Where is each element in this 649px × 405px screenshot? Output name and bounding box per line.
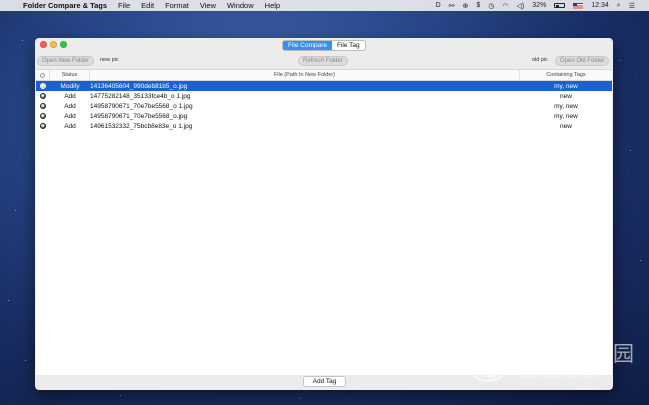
menu-file[interactable]: File xyxy=(118,1,130,10)
menu-window[interactable]: Window xyxy=(227,1,254,10)
battery-icon[interactable] xyxy=(554,3,566,8)
title-bar[interactable]: File Compare File Tag xyxy=(35,38,613,52)
status-dot-icon xyxy=(40,83,46,89)
watermark: 当下软件园 www.downxia.com xyxy=(463,336,634,386)
row-file: 14136405604_990deb81b5_o.jpg xyxy=(90,82,188,90)
status-dot-icon xyxy=(40,103,46,109)
menu-help[interactable]: Help xyxy=(265,1,280,10)
table-row[interactable]: Add 14775282148_35133fce4b_o 1.jpg new xyxy=(36,91,612,101)
row-status: Modify xyxy=(60,82,80,90)
close-button[interactable] xyxy=(40,41,47,48)
open-new-folder-button[interactable]: Open New Folder xyxy=(37,56,95,66)
table-row[interactable]: Add 14958790671_70e7be5568_o 1.jpg my, n… xyxy=(36,101,612,111)
watermark-url: www.downxia.com xyxy=(519,370,602,381)
menu-format[interactable]: Format xyxy=(165,1,189,10)
table-row[interactable]: Add 14961532332_75bcb8e83e_o 1.jpg new xyxy=(36,121,612,131)
row-status: Add xyxy=(64,122,76,130)
tab-file-compare[interactable]: File Compare xyxy=(283,41,333,50)
row-tags: my, new xyxy=(554,82,578,90)
row-file: 14961532332_75bcb8e83e_o 1.jpg xyxy=(90,122,193,130)
toolbar: Open New Folder new pic Refresh Folder o… xyxy=(35,52,613,66)
status-lock-icon[interactable]: ⊕ xyxy=(463,2,469,10)
menu-list-icon[interactable]: ☰ xyxy=(629,2,635,10)
table-row[interactable]: Modify 14136405604_990deb81b5_o.jpg my, … xyxy=(36,81,612,91)
new-folder-name: new pic xyxy=(100,57,119,63)
battery-percent[interactable]: 32% xyxy=(532,2,546,9)
row-tags: new xyxy=(560,92,572,100)
open-old-folder-button[interactable]: Open Old Folder xyxy=(555,56,610,66)
input-source-flag-icon[interactable] xyxy=(573,2,584,9)
watermark-logo-icon xyxy=(465,336,511,382)
menu-edit[interactable]: Edit xyxy=(141,1,154,10)
header-status[interactable]: Status xyxy=(50,70,90,80)
refresh-folder-button[interactable]: Refresh Folder xyxy=(298,56,348,66)
watermark-text: 当下软件园 xyxy=(517,342,637,366)
clock[interactable]: 12:34 xyxy=(591,2,609,9)
mode-segmented-control: File Compare File Tag xyxy=(282,40,366,51)
row-file: 14775282148_35133fce4b_o 1.jpg xyxy=(90,92,191,100)
table-header: Status File (Path In New Folder) Contain… xyxy=(36,70,612,81)
status-dot-icon xyxy=(40,123,46,129)
minimize-button[interactable] xyxy=(50,41,57,48)
add-tag-button[interactable]: Add Tag xyxy=(303,376,346,387)
header-icon-column[interactable] xyxy=(36,70,50,80)
row-tags: my, new xyxy=(554,112,578,120)
header-tags[interactable]: Containing Tags xyxy=(520,70,612,80)
search-icon[interactable]: ⌕ xyxy=(617,2,621,10)
row-tags: new xyxy=(560,122,572,130)
status-extension-icon[interactable]: ⚯ xyxy=(449,2,455,10)
menu-view[interactable]: View xyxy=(200,1,216,10)
zoom-button[interactable] xyxy=(60,41,67,48)
status-d-icon[interactable]: D xyxy=(436,2,441,9)
compare-table[interactable]: Status File (Path In New Folder) Contain… xyxy=(36,69,612,375)
row-status: Add xyxy=(64,102,76,110)
row-status: Add xyxy=(64,112,76,120)
status-sync-icon[interactable]: $ xyxy=(476,2,480,9)
volume-icon[interactable]: ◁) xyxy=(517,2,525,10)
row-file: 14958790671_70e7be5568_o 1.jpg xyxy=(90,102,193,110)
status-dot-icon xyxy=(40,113,46,119)
wifi-icon[interactable]: ◠ xyxy=(502,2,508,10)
menu-bar: Folder Compare & Tags File Edit Format V… xyxy=(0,0,649,11)
tab-file-tag[interactable]: File Tag xyxy=(332,41,365,50)
row-tags: my, new xyxy=(554,102,578,110)
row-file: 14958790671_70e7be5568_o.jpg xyxy=(90,112,188,120)
status-dot-icon xyxy=(40,93,46,99)
header-file[interactable]: File (Path In New Folder) xyxy=(90,70,520,80)
column-circle-icon xyxy=(40,72,45,78)
old-folder-name: old pic xyxy=(532,57,548,63)
row-status: Add xyxy=(64,92,76,100)
app-name-menu[interactable]: Folder Compare & Tags xyxy=(23,1,107,10)
table-row[interactable]: Add 14958790671_70e7be5568_o.jpg my, new xyxy=(36,111,612,121)
status-clock-icon[interactable]: ◷ xyxy=(488,2,494,10)
